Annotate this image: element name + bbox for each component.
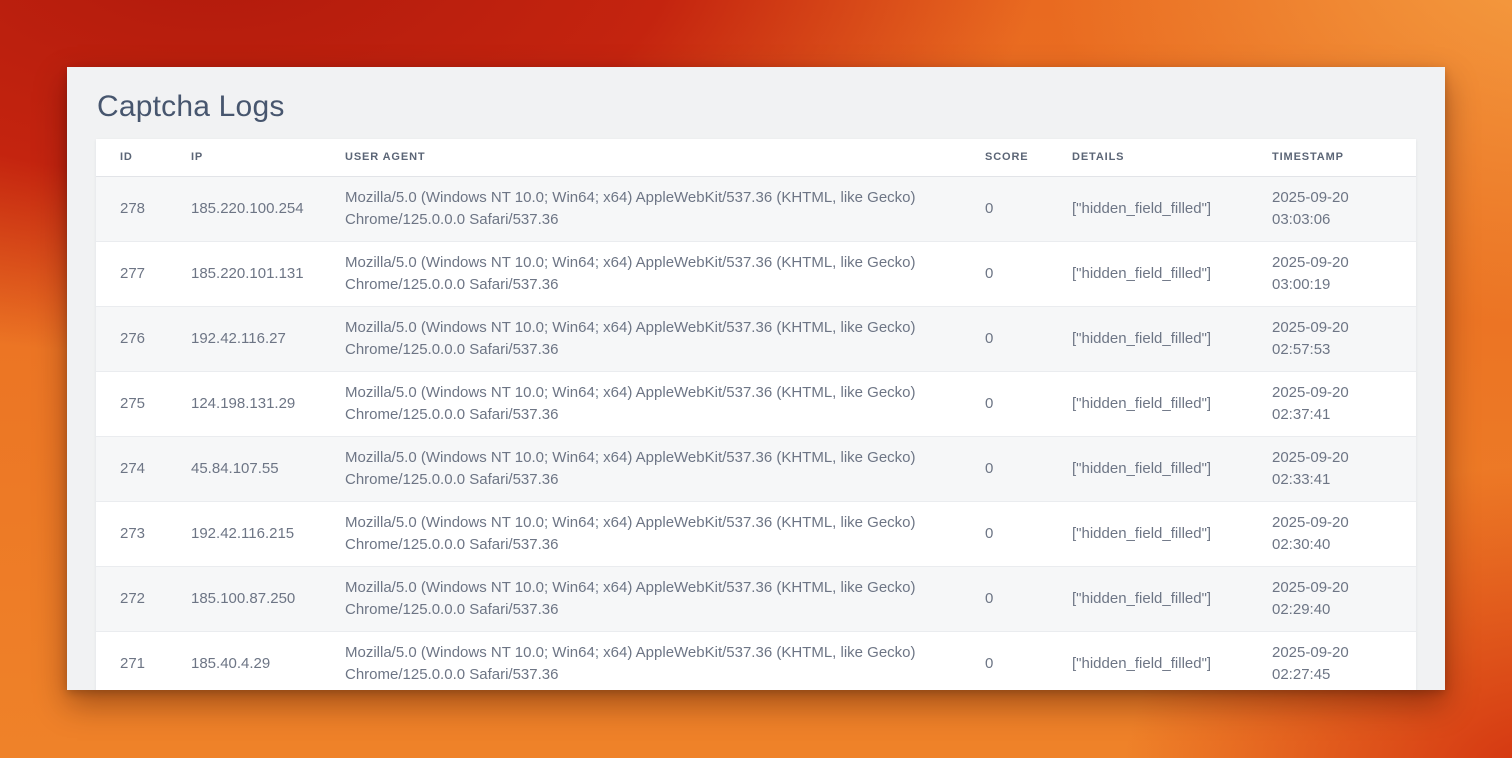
- cell-user_agent: Mozilla/5.0 (Windows NT 10.0; Win64; x64…: [321, 566, 961, 631]
- column-header-id: ID: [96, 139, 167, 176]
- page-title: Captcha Logs: [97, 89, 1416, 125]
- cell-score: 0: [961, 436, 1048, 501]
- cell-score: 0: [961, 176, 1048, 241]
- table-row: 278185.220.100.254Mozilla/5.0 (Windows N…: [96, 176, 1416, 241]
- cell-details: ["hidden_field_filled"]: [1048, 566, 1248, 631]
- logs-table: IDIPUSER AGENTSCOREDETAILSTIMESTAMP 2781…: [96, 139, 1416, 690]
- cell-details: ["hidden_field_filled"]: [1048, 371, 1248, 436]
- column-header-timestamp: TIMESTAMP: [1248, 139, 1416, 176]
- cell-id: 276: [96, 306, 167, 371]
- cell-timestamp: 2025-09-20 02:27:45: [1248, 631, 1416, 690]
- cell-ip: 185.220.101.131: [167, 241, 321, 306]
- cell-score: 0: [961, 501, 1048, 566]
- table-row: 27445.84.107.55Mozilla/5.0 (Windows NT 1…: [96, 436, 1416, 501]
- cell-details: ["hidden_field_filled"]: [1048, 631, 1248, 690]
- cell-timestamp: 2025-09-20 02:37:41: [1248, 371, 1416, 436]
- table-body: 278185.220.100.254Mozilla/5.0 (Windows N…: [96, 176, 1416, 690]
- cell-id: 273: [96, 501, 167, 566]
- cell-timestamp: 2025-09-20 02:33:41: [1248, 436, 1416, 501]
- cell-ip: 185.220.100.254: [167, 176, 321, 241]
- cell-details: ["hidden_field_filled"]: [1048, 176, 1248, 241]
- table-row: 276192.42.116.27Mozilla/5.0 (Windows NT …: [96, 306, 1416, 371]
- cell-timestamp: 2025-09-20 03:00:19: [1248, 241, 1416, 306]
- cell-user_agent: Mozilla/5.0 (Windows NT 10.0; Win64; x64…: [321, 241, 961, 306]
- cell-details: ["hidden_field_filled"]: [1048, 501, 1248, 566]
- cell-ip: 192.42.116.215: [167, 501, 321, 566]
- cell-details: ["hidden_field_filled"]: [1048, 306, 1248, 371]
- cell-id: 272: [96, 566, 167, 631]
- cell-timestamp: 2025-09-20 02:57:53: [1248, 306, 1416, 371]
- table-row: 272185.100.87.250Mozilla/5.0 (Windows NT…: [96, 566, 1416, 631]
- cell-details: ["hidden_field_filled"]: [1048, 436, 1248, 501]
- column-header-score: SCORE: [961, 139, 1048, 176]
- cell-ip: 124.198.131.29: [167, 371, 321, 436]
- column-header-user_agent: USER AGENT: [321, 139, 961, 176]
- table-header-row: IDIPUSER AGENTSCOREDETAILSTIMESTAMP: [96, 139, 1416, 176]
- cell-score: 0: [961, 566, 1048, 631]
- cell-ip: 185.40.4.29: [167, 631, 321, 690]
- cell-score: 0: [961, 241, 1048, 306]
- cell-user_agent: Mozilla/5.0 (Windows NT 10.0; Win64; x64…: [321, 631, 961, 690]
- cell-details: ["hidden_field_filled"]: [1048, 241, 1248, 306]
- table-row: 273192.42.116.215Mozilla/5.0 (Windows NT…: [96, 501, 1416, 566]
- cell-id: 278: [96, 176, 167, 241]
- cell-user_agent: Mozilla/5.0 (Windows NT 10.0; Win64; x64…: [321, 371, 961, 436]
- cell-timestamp: 2025-09-20 02:30:40: [1248, 501, 1416, 566]
- table-row: 277185.220.101.131Mozilla/5.0 (Windows N…: [96, 241, 1416, 306]
- table-row: 275124.198.131.29Mozilla/5.0 (Windows NT…: [96, 371, 1416, 436]
- cell-id: 277: [96, 241, 167, 306]
- cell-user_agent: Mozilla/5.0 (Windows NT 10.0; Win64; x64…: [321, 436, 961, 501]
- cell-score: 0: [961, 306, 1048, 371]
- cell-user_agent: Mozilla/5.0 (Windows NT 10.0; Win64; x64…: [321, 176, 961, 241]
- cell-id: 274: [96, 436, 167, 501]
- cell-ip: 192.42.116.27: [167, 306, 321, 371]
- cell-id: 275: [96, 371, 167, 436]
- cell-ip: 185.100.87.250: [167, 566, 321, 631]
- gradient-background: { "page": { "title": "Captcha Logs" }, "…: [0, 0, 1512, 758]
- logs-table-container: IDIPUSER AGENTSCOREDETAILSTIMESTAMP 2781…: [96, 139, 1416, 690]
- table-row: 271185.40.4.29Mozilla/5.0 (Windows NT 10…: [96, 631, 1416, 690]
- column-header-details: DETAILS: [1048, 139, 1248, 176]
- cell-user_agent: Mozilla/5.0 (Windows NT 10.0; Win64; x64…: [321, 501, 961, 566]
- cell-user_agent: Mozilla/5.0 (Windows NT 10.0; Win64; x64…: [321, 306, 961, 371]
- cell-id: 271: [96, 631, 167, 690]
- column-header-ip: IP: [167, 139, 321, 176]
- cell-timestamp: 2025-09-20 03:03:06: [1248, 176, 1416, 241]
- captcha-logs-card: Captcha Logs IDIPUSER AGENTSCOREDETAILST…: [67, 67, 1445, 690]
- cell-timestamp: 2025-09-20 02:29:40: [1248, 566, 1416, 631]
- cell-score: 0: [961, 371, 1048, 436]
- cell-score: 0: [961, 631, 1048, 690]
- cell-ip: 45.84.107.55: [167, 436, 321, 501]
